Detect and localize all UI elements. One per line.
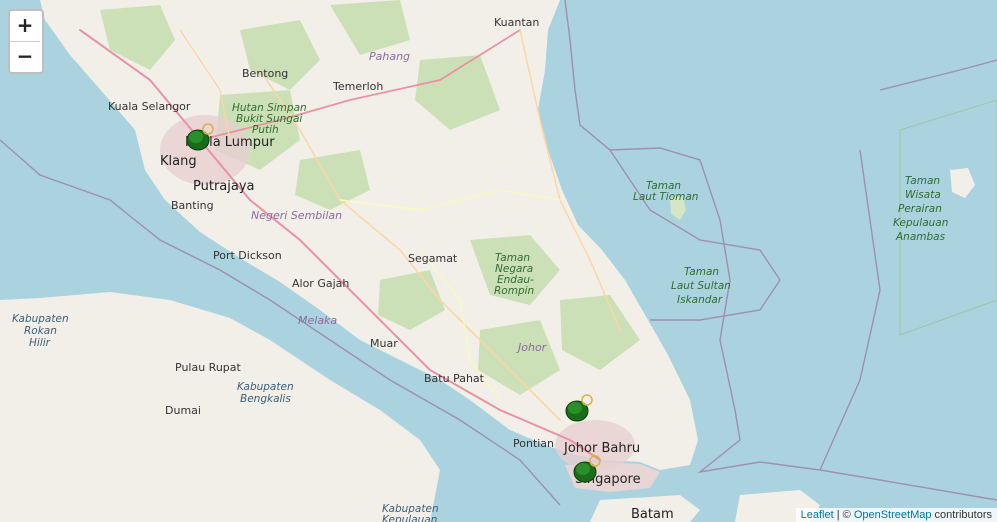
label-johor-bahru: Johor Bahru: [563, 441, 640, 456]
label-melaka: Melaka: [298, 314, 337, 327]
label-iskandar-1: Taman: [684, 266, 719, 278]
label-bengkalis-2: Bengkalis: [240, 393, 291, 405]
attribution: Leaflet | © OpenStreetMap contributors: [795, 508, 997, 522]
label-johor: Johor: [516, 341, 548, 354]
label-anambas-1: Taman: [905, 175, 940, 187]
label-anambas-2: Wisata: [905, 189, 941, 201]
label-kuantan: Kuantan: [494, 16, 539, 29]
label-batu-pahat: Batu Pahat: [424, 372, 485, 385]
label-segamat: Segamat: [408, 252, 458, 265]
label-bentong: Bentong: [242, 67, 288, 80]
label-iskandar-2: Laut Sultan: [671, 280, 731, 292]
label-iskandar-3: Iskandar: [677, 294, 723, 306]
map-canvas[interactable]: Kuantan Pahang Bentong Temerloh Kuala Se…: [0, 0, 997, 522]
zoom-control: + −: [8, 9, 44, 74]
osm-link[interactable]: OpenStreetMap: [854, 509, 932, 521]
label-muar: Muar: [370, 337, 398, 350]
attribution-suffix: contributors: [931, 509, 992, 521]
label-anambas-3: Perairan: [898, 203, 942, 215]
label-pulau-rupat: Pulau Rupat: [175, 361, 242, 374]
label-anambas-4: Kepulauan: [893, 217, 948, 229]
label-dumai: Dumai: [165, 404, 201, 417]
label-putrajaya: Putrajaya: [193, 179, 255, 194]
label-banting: Banting: [171, 199, 214, 212]
label-negeri-sembilan: Negeri Sembilan: [251, 209, 342, 222]
label-kepulauan-2: Kepulauan: [382, 514, 437, 522]
attribution-separator: | ©: [833, 509, 854, 521]
label-alor-gajah: Alor Gajah: [292, 277, 349, 290]
label-endau-4: Rompin: [494, 285, 534, 297]
label-klang: Klang: [160, 154, 197, 169]
label-batam: Batam: [631, 507, 674, 522]
label-pontian: Pontian: [513, 437, 554, 450]
zoom-in-button[interactable]: +: [10, 11, 40, 42]
label-temerloh: Temerloh: [332, 80, 383, 93]
label-port-dickson: Port Dickson: [213, 249, 282, 262]
label-tioman-2: Laut Tioman: [633, 191, 698, 203]
leaflet-link[interactable]: Leaflet: [801, 509, 834, 521]
label-rokan-3: Hilir: [29, 337, 51, 349]
label-pahang: Pahang: [369, 50, 410, 63]
label-rokan-1: Kabupaten: [12, 313, 69, 325]
zoom-out-button[interactable]: −: [10, 42, 40, 72]
label-rokan-2: Rokan: [24, 325, 57, 337]
label-kuala-selangor: Kuala Selangor: [108, 100, 191, 113]
label-anambas-5: Anambas: [895, 231, 946, 243]
label-bengkalis-1: Kabupaten: [237, 381, 294, 393]
